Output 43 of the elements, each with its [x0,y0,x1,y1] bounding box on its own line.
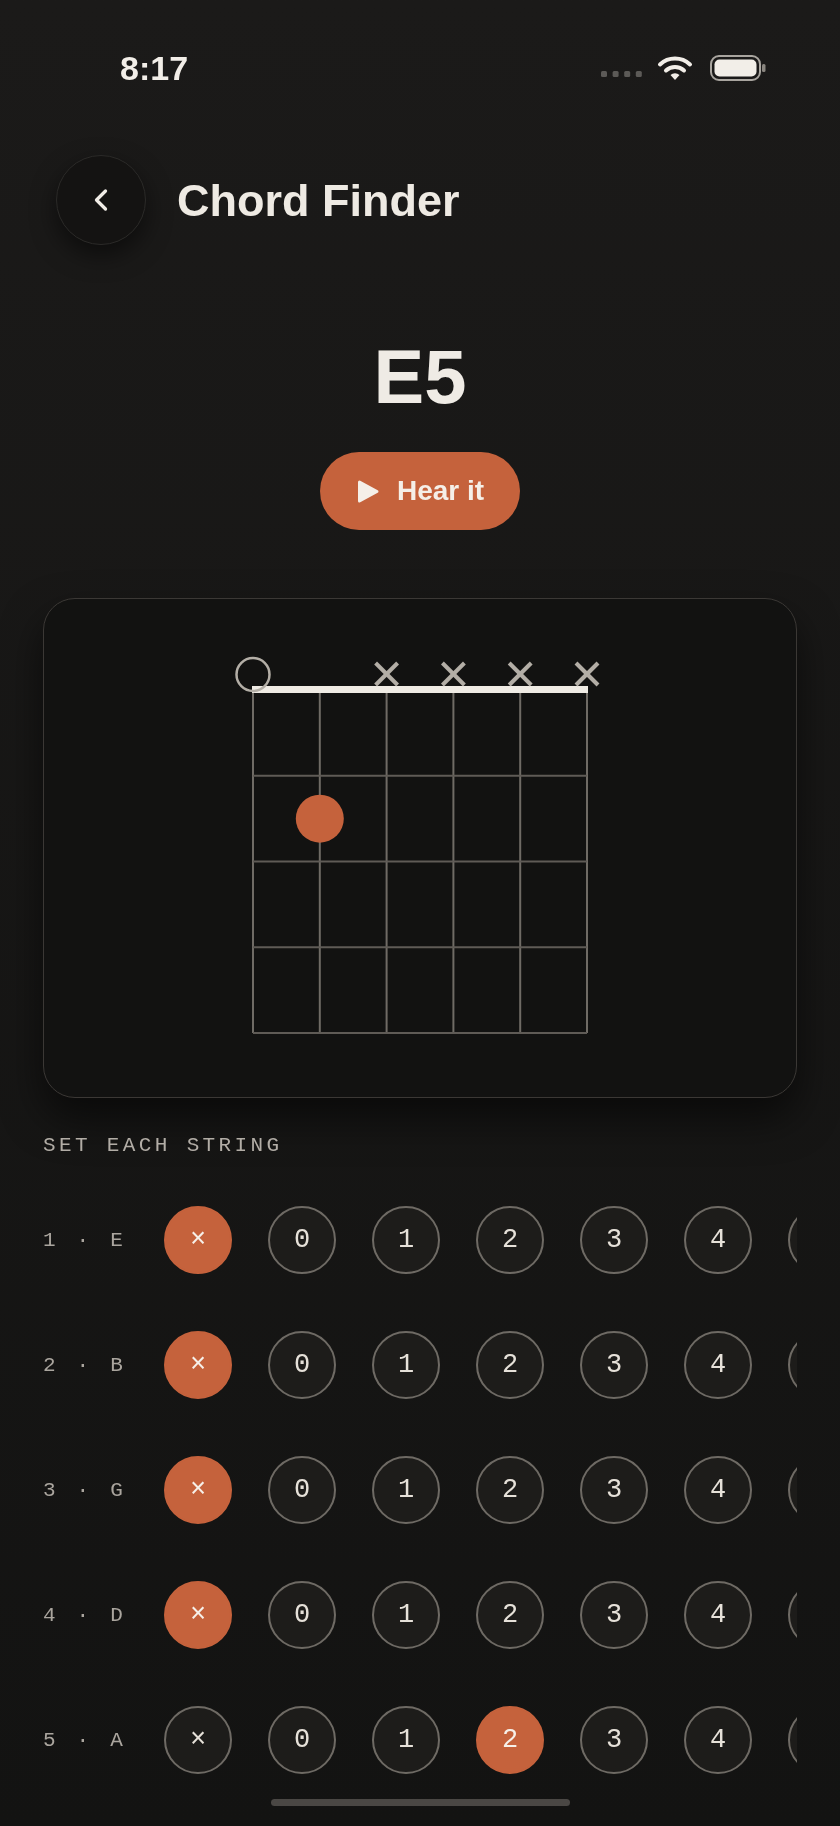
page-title: Chord Finder [177,177,460,223]
fret-option[interactable]: 4 [684,1706,752,1774]
wifi-icon [657,55,693,81]
fret-option[interactable]: 0 [268,1456,336,1524]
fret-option[interactable]: 3 [580,1581,648,1649]
fret-option[interactable]: × [164,1456,232,1524]
status-time: 8:17 [120,51,189,85]
string-label: 2 · B [43,1354,127,1376]
hear-it-button[interactable]: Hear it [319,452,521,530]
string-label: 4 · D [43,1604,127,1626]
signal-icon [601,71,642,77]
fret-option[interactable]: 3 [580,1456,648,1524]
fret-option[interactable]: 0 [268,1581,336,1649]
battery-icon [710,55,766,81]
fret-option[interactable]: 2 [476,1456,544,1524]
fret-option[interactable]: 4 [684,1331,752,1399]
fret-option[interactable]: 3 [580,1331,648,1399]
fret-option[interactable]: 0 [268,1206,336,1274]
fret-option[interactable]: 2 [476,1206,544,1274]
fret-option[interactable]: 4 [684,1581,752,1649]
section-label: SET EACH STRING [43,1135,283,1156]
fret-option[interactable]: 3 [580,1706,648,1774]
fret-option[interactable]: 0 [268,1331,336,1399]
fret-option[interactable]: 0 [268,1706,336,1774]
fret-option[interactable]: 2 [476,1581,544,1649]
fret-option[interactable]: 1 [372,1581,440,1649]
string-label: 3 · G [43,1479,127,1501]
fret-option[interactable]: 1 [372,1706,440,1774]
chord-name: E5 [373,339,467,415]
fret-option[interactable]: × [164,1206,232,1274]
fret-option[interactable]: 2 [476,1706,544,1774]
fret-option[interactable]: 1 [372,1206,440,1274]
fret-option[interactable]: × [164,1581,232,1649]
fret-option[interactable]: 1 [372,1456,440,1524]
fret-option[interactable]: 2 [476,1331,544,1399]
fret-option[interactable]: × [164,1331,232,1399]
fret-option[interactable]: 3 [580,1206,648,1274]
string-label: 5 · A [43,1729,127,1751]
fret-option[interactable]: 4 [684,1456,752,1524]
fret-option[interactable]: 4 [684,1206,752,1274]
fret-option[interactable]: 1 [372,1331,440,1399]
fret-option[interactable]: × [164,1706,232,1774]
string-label: 1 · E [43,1229,127,1251]
